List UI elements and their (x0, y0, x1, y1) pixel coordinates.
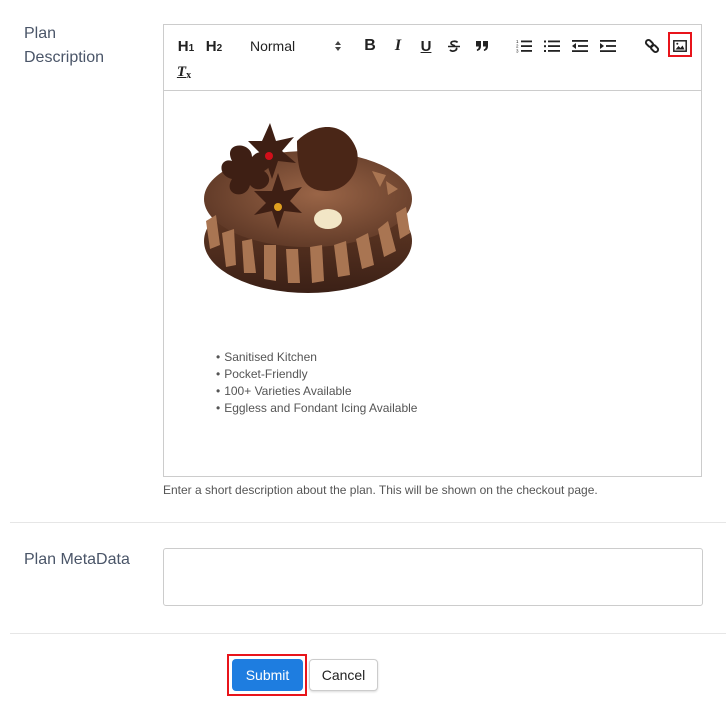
clear-format-sub: x (186, 69, 192, 81)
divider (10, 633, 726, 634)
link-icon (644, 38, 660, 54)
clear-format-button[interactable]: Tx (176, 61, 192, 83)
h1-letter: H (177, 37, 189, 55)
cancel-button[interactable]: Cancel (309, 659, 378, 691)
blockquote-button[interactable] (473, 35, 491, 57)
format-select-value: Normal (250, 38, 296, 54)
label-line-1: Plan (24, 25, 57, 42)
bold-icon: B (364, 37, 376, 54)
bullet-list-button[interactable] (543, 35, 561, 57)
rich-text-editor: H1 H2 Normal B I U 123 T x • Sanitised K… (163, 24, 702, 477)
link-button[interactable] (643, 35, 661, 57)
plan-metadata-input[interactable] (163, 548, 703, 606)
svg-text:3: 3 (516, 49, 519, 54)
editor-toolbar: H1 H2 Normal B I U 123 T x (164, 25, 701, 91)
ordered-list-button[interactable]: 123 (515, 35, 533, 57)
list-item: Sanitised Kitchen (216, 349, 417, 366)
italic-icon: I (394, 37, 402, 54)
ordered-list-icon: 123 (516, 39, 532, 53)
h1-sub: 1 (188, 43, 195, 54)
quote-icon (475, 40, 489, 52)
indent-button[interactable] (599, 35, 617, 57)
select-arrows-icon (334, 40, 342, 52)
image-button-highlight (668, 32, 692, 57)
description-help-text: Enter a short description about the plan… (163, 483, 598, 497)
divider (10, 522, 726, 523)
white-chocolate-disc (314, 209, 342, 229)
cake-image (204, 123, 412, 293)
description-bullet-list: Sanitised Kitchen Pocket-Friendly 100+ V… (216, 349, 417, 417)
berry-decoration (265, 152, 273, 160)
list-item: Pocket-Friendly (216, 366, 417, 383)
list-item: Eggless and Fondant Icing Available (216, 400, 417, 417)
h2-sub: 2 (216, 43, 223, 54)
plan-metadata-label: Plan MetaData (24, 551, 130, 568)
underline-icon: U (420, 37, 432, 55)
strikethrough-icon (447, 39, 461, 53)
clear-format-icon: T (176, 63, 187, 80)
italic-button[interactable]: I (389, 35, 407, 57)
submit-button[interactable]: Submit (232, 659, 303, 691)
underline-button[interactable]: U (417, 35, 435, 57)
header-1-button[interactable]: H1 (176, 35, 196, 57)
bullet-list-icon (544, 39, 560, 53)
format-select[interactable]: Normal (250, 35, 342, 57)
plan-description-label: Plan Description (24, 22, 104, 70)
strike-button[interactable] (445, 35, 463, 57)
bold-button[interactable]: B (361, 35, 379, 57)
header-2-button[interactable]: H2 (204, 35, 224, 57)
list-item: 100+ Varieties Available (216, 383, 417, 400)
h2-letter: H (205, 37, 217, 55)
indent-icon (600, 39, 616, 53)
editor-content[interactable]: Sanitised Kitchen Pocket-Friendly 100+ V… (164, 91, 701, 477)
label-line-2: Description (24, 49, 105, 66)
outdent-button[interactable] (571, 35, 589, 57)
flower-center (274, 203, 282, 211)
outdent-icon (572, 39, 588, 53)
